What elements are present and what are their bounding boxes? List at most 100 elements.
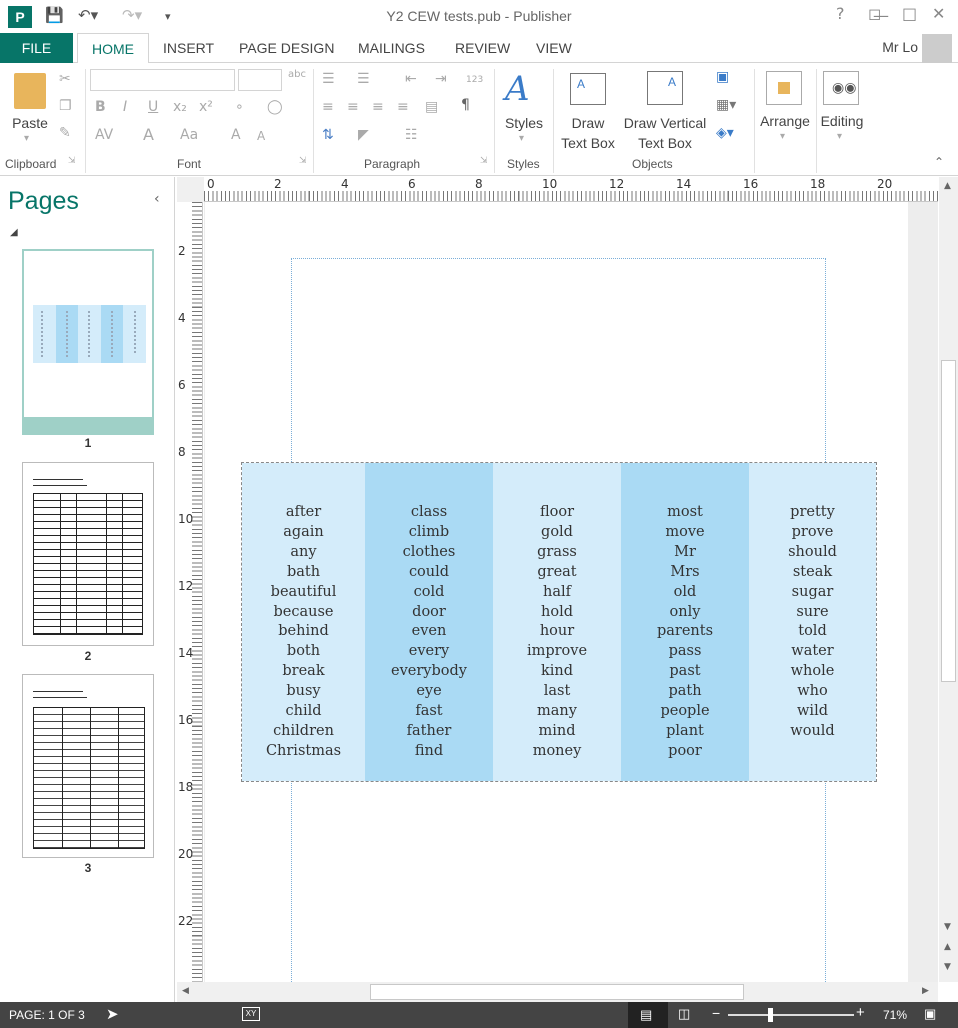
- collapse-pane-icon[interactable]: ‹: [154, 191, 160, 207]
- shapes-icon[interactable]: ◈▾: [716, 125, 734, 141]
- minimize-button[interactable]: —: [873, 6, 889, 25]
- clear-formatting-icon[interactable]: abc: [288, 69, 306, 80]
- copy-icon[interactable]: ❐: [59, 98, 72, 114]
- clipboard-launcher-icon[interactable]: ⇲: [68, 156, 76, 166]
- subscript-button[interactable]: x₂: [173, 99, 187, 115]
- section-expand-icon[interactable]: ◢: [10, 227, 18, 238]
- font-launcher-icon[interactable]: ⇲: [299, 156, 307, 166]
- zoom-slider-track[interactable]: [728, 1014, 854, 1016]
- word-list-1[interactable]: after again any bath beautiful because behind b…: [242, 503, 365, 762]
- tab-insert[interactable]: INSERT: [163, 33, 214, 64]
- word-list-5[interactable]: pretty prove should steak sugar sure told water…: [749, 503, 876, 742]
- styles-button[interactable]: Styles: [499, 113, 549, 133]
- word-list-2[interactable]: class climb clothes could cold door even every e…: [365, 503, 493, 762]
- draw-text-box-button[interactable]: Draw Text Box: [556, 113, 620, 153]
- character-spacing-button[interactable]: AV: [95, 127, 113, 143]
- arrange-button[interactable]: Arrange: [756, 111, 814, 131]
- zoom-level[interactable]: 71%: [883, 1008, 907, 1022]
- zoom-in-icon[interactable]: +: [856, 1004, 865, 1021]
- scroll-up-icon[interactable]: ▲: [944, 181, 951, 191]
- single-page-view-button[interactable]: ▤: [628, 1002, 668, 1028]
- horizontal-ruler[interactable]: 0 2 4 6 8 10 12 14 16 18 20: [204, 177, 938, 202]
- page-indicator[interactable]: PAGE: 1 OF 3: [9, 1008, 85, 1022]
- page-thumbnail-3[interactable]: [22, 674, 154, 858]
- styles-icon[interactable]: A: [505, 69, 530, 109]
- align-right-icon[interactable]: ≡: [372, 99, 384, 115]
- vertical-scroll-thumb[interactable]: [941, 360, 956, 682]
- format-painter-icon[interactable]: ✎: [59, 125, 71, 141]
- justify-icon[interactable]: ≡: [397, 99, 409, 115]
- editing-button[interactable]: Editing: [816, 111, 868, 131]
- two-page-spread-icon[interactable]: ◫: [678, 1006, 690, 1022]
- word-table[interactable]: after again any bath beautiful because behind b…: [241, 462, 877, 782]
- vertical-scrollbar[interactable]: ▲ ▼ ▲ ▼: [939, 177, 958, 982]
- vertical-ruler[interactable]: 2 4 6 8 10 12 14 16 18 20 22: [177, 202, 203, 982]
- styles-dropdown-icon[interactable]: ▾: [519, 133, 524, 144]
- scroll-left-icon[interactable]: ◀: [182, 986, 189, 996]
- shading-icon[interactable]: ◤: [358, 127, 369, 143]
- user-name[interactable]: Mr Lo: [882, 39, 918, 55]
- horizontal-scroll-thumb[interactable]: [370, 984, 744, 1000]
- collapse-ribbon-icon[interactable]: ⌃: [934, 155, 944, 169]
- paste-button[interactable]: Paste: [6, 113, 54, 133]
- zoom-out-icon[interactable]: −: [712, 1005, 720, 1021]
- grow-font-button[interactable]: A: [231, 127, 241, 143]
- underline-button[interactable]: U: [148, 99, 158, 115]
- editing-dropdown-icon[interactable]: ▾: [837, 131, 842, 142]
- columns-icon[interactable]: ☷: [405, 127, 418, 143]
- scroll-right-icon[interactable]: ▶: [922, 986, 929, 996]
- draw-vertical-text-box-button[interactable]: Draw Vertical Text Box: [618, 113, 712, 153]
- text-effects-icon[interactable]: ∘: [235, 99, 244, 115]
- numbering-format-button[interactable]: 123: [466, 75, 483, 85]
- page-thumbnail-2[interactable]: [22, 462, 154, 646]
- show-formatting-button[interactable]: ¶: [461, 97, 470, 113]
- numbering-icon[interactable]: ☰: [357, 71, 370, 87]
- align-center-icon[interactable]: ≡: [347, 99, 359, 115]
- paragraph-launcher-icon[interactable]: ⇲: [480, 156, 488, 166]
- superscript-button[interactable]: x²: [199, 99, 213, 115]
- document-canvas[interactable]: after again any bath beautiful because behind b…: [204, 202, 938, 982]
- arrange-icon[interactable]: [766, 71, 802, 105]
- paste-dropdown-icon[interactable]: ▾: [24, 133, 29, 144]
- next-page-icon[interactable]: ▼: [944, 962, 951, 972]
- draw-text-box-icon[interactable]: A: [570, 73, 606, 105]
- distribute-icon[interactable]: ▤: [425, 99, 438, 115]
- page-thumbnail-1[interactable]: [22, 249, 154, 435]
- bold-button[interactable]: B: [95, 99, 106, 115]
- change-case-button[interactable]: Aa: [180, 127, 198, 143]
- draw-vertical-text-box-icon[interactable]: A: [647, 71, 683, 105]
- picture-icon[interactable]: ▣: [716, 69, 729, 85]
- decrease-indent-icon[interactable]: ⇤: [405, 71, 417, 87]
- macro-icon[interactable]: XY: [242, 1007, 260, 1021]
- tab-view[interactable]: VIEW: [536, 33, 572, 64]
- horizontal-scrollbar[interactable]: ◀ ▶: [177, 982, 938, 1002]
- increase-indent-icon[interactable]: ⇥: [435, 71, 447, 87]
- tab-mailings[interactable]: MAILINGS: [358, 33, 425, 64]
- paste-icon[interactable]: [14, 73, 46, 109]
- arrange-dropdown-icon[interactable]: ▾: [780, 131, 785, 142]
- italic-button[interactable]: I: [123, 99, 127, 115]
- font-color-button[interactable]: A: [143, 125, 154, 144]
- zoom-slider-thumb[interactable]: [768, 1008, 773, 1022]
- font-size-combobox[interactable]: [238, 69, 282, 91]
- tab-page-design[interactable]: PAGE DESIGN: [239, 33, 334, 64]
- tab-file[interactable]: FILE: [0, 33, 73, 63]
- tab-review[interactable]: REVIEW: [455, 33, 510, 64]
- cut-icon[interactable]: ✂: [59, 71, 71, 87]
- binoculars-icon[interactable]: ◉◉: [823, 71, 859, 105]
- word-list-4[interactable]: most move Mr Mrs old only parents pass past path p…: [621, 503, 749, 762]
- scroll-down-icon[interactable]: ▼: [944, 922, 951, 932]
- close-button[interactable]: ✕: [932, 4, 945, 23]
- line-spacing-icon[interactable]: ⇅: [322, 127, 334, 143]
- tab-home[interactable]: HOME: [77, 33, 149, 64]
- previous-page-icon[interactable]: ▲: [944, 942, 951, 952]
- fit-page-icon[interactable]: ▣: [924, 1006, 936, 1022]
- font-name-combobox[interactable]: [90, 69, 235, 91]
- bullets-icon[interactable]: ☰: [322, 71, 335, 87]
- align-left-icon[interactable]: ≡: [322, 99, 334, 115]
- help-button[interactable]: ?: [836, 4, 845, 23]
- avatar[interactable]: [922, 34, 952, 64]
- table-icon[interactable]: ▦▾: [716, 97, 736, 113]
- highlight-icon[interactable]: ◯: [267, 99, 283, 115]
- shrink-font-button[interactable]: A: [257, 129, 265, 143]
